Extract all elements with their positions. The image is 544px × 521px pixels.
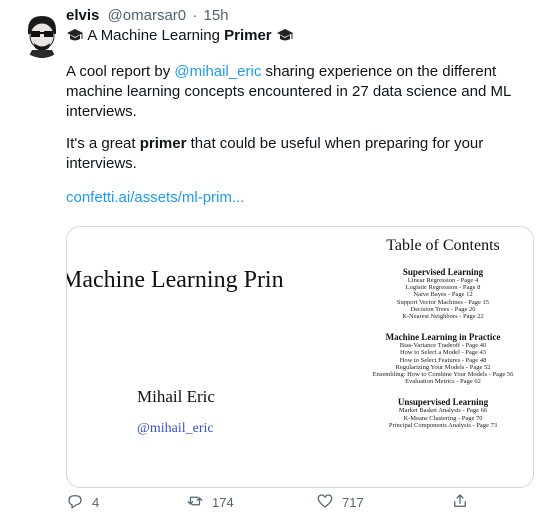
tweet[interactable]: elvis @omarsar0 · 15h A Machine Learning… (0, 0, 544, 521)
media-image[interactable]: Machine Learning Prin Mihail Eric @mihai… (66, 226, 534, 488)
share-icon (451, 492, 469, 513)
tweet-header: elvis @omarsar0 · 15h (66, 6, 229, 26)
reply-button[interactable]: 4 (66, 492, 99, 513)
toc-section-heading: Supervised Learning (402, 267, 484, 277)
reply-count: 4 (92, 495, 100, 510)
document-title: Machine Learning Prin (66, 267, 284, 293)
external-link[interactable]: confetti.ai/assets/ml-prim... (66, 189, 244, 206)
mention-link[interactable]: @mihail_eric (174, 63, 261, 80)
title-prefix: A Machine Learning (87, 27, 220, 44)
graduation-cap-icon (276, 27, 294, 49)
toc-item: Market Basket Analysis - Page 66 (398, 407, 488, 415)
toc-title: Table of Contents (386, 237, 500, 254)
tweet-text: A cool report by @mihail_eric sharing ex… (66, 62, 516, 186)
toc-item: Evaluation Metrics - Page 62 (405, 378, 481, 386)
toc-item: How to Select a Model - Page 43 (399, 349, 487, 357)
separator-dot: · (192, 7, 198, 24)
timestamp[interactable]: 15h (203, 7, 228, 24)
action-bar: 4 174 717 (66, 492, 526, 514)
document-author-handle: @mihail_eric (137, 421, 214, 436)
like-button[interactable]: 717 (316, 492, 364, 513)
paragraph-2: It's a great primer that could be useful… (66, 134, 516, 174)
tweet-title-line: A Machine Learning Primer (66, 26, 294, 49)
retweet-icon (186, 492, 204, 513)
user-handle[interactable]: @omarsar0 (108, 7, 187, 24)
retweet-button[interactable]: 174 (186, 492, 234, 513)
share-button[interactable] (451, 492, 469, 513)
avatar-image (18, 10, 66, 58)
retweet-count: 174 (212, 495, 234, 510)
toc-item: K-Nearest Neighbors - Page 22 (402, 313, 484, 321)
toc-section-heading: Unsupervised Learning (397, 397, 489, 408)
paragraph-1: A cool report by @mihail_eric sharing ex… (66, 62, 516, 122)
toc-item: How to Select Features - Page 48 (399, 356, 487, 364)
display-name[interactable]: elvis (66, 7, 99, 24)
toc-item: Support Vector Machines - Page 15 (396, 298, 490, 306)
like-icon (316, 492, 334, 513)
toc-section-heading: Machine Learning in Practice (385, 332, 501, 343)
toc-item: Bias-Variance Tradeoff - Page 40 (399, 342, 487, 350)
toc-item: Regularizing Your Models - Page 52 (395, 363, 491, 371)
like-count: 717 (342, 495, 364, 510)
toc-item: Decision Trees - Page 20 (410, 305, 476, 313)
graduation-cap-icon (66, 27, 84, 49)
bold-word: primer (139, 135, 187, 152)
reply-icon (66, 492, 84, 513)
text-segment: A cool report by (66, 63, 175, 80)
toc-item: Logistic Regression - Page 8 (405, 284, 481, 292)
toc-item: Ensembling: How to Combine Your Models -… (372, 371, 514, 379)
document-author: Mihail Eric (137, 387, 215, 406)
table-of-contents: Table of Contents Supervised Learning Li… (353, 235, 533, 429)
avatar[interactable] (18, 10, 66, 58)
link-line: confetti.ai/assets/ml-prim... (66, 188, 244, 208)
toc-item: Linear Regression - Page 4 (407, 277, 479, 284)
title-bold: Primer (224, 27, 272, 44)
toc-item: K-Means Clustering - Page 70 (403, 414, 483, 422)
text-segment: It's a great (66, 135, 140, 152)
toc-item: Principal Components Analysis - Page 73 (388, 421, 498, 429)
toc-item: Naive Bayes - Page 12 (413, 291, 473, 299)
